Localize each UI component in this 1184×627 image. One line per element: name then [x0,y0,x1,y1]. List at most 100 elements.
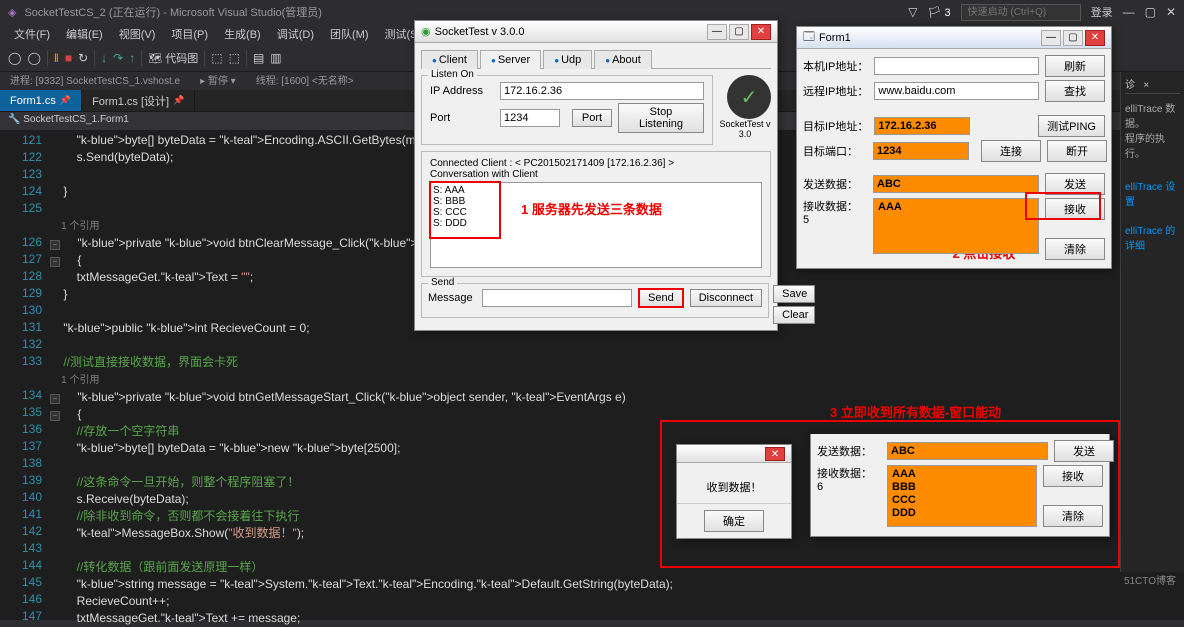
form1-window: 🗔 Form1 — ▢ ✕ 本机IP地址：刷新 远程IP地址：查找 目标IP地址… [796,26,1112,269]
tab-form1-design[interactable]: Form1.cs [设计]📌 [82,90,195,111]
sockettest-window: ◉ SocketTest v 3.0.0 — ▢ ✕ ●Client ●Serv… [414,20,778,331]
menu-debug[interactable]: 调试(D) [271,24,320,44]
connected-client-label: Connected Client : < PC201502171409 [172… [430,158,762,169]
restart-icon[interactable]: ↻ [78,51,88,65]
clear-btn[interactable]: Clear [773,306,815,324]
quick-launch-input[interactable] [961,4,1081,21]
vs-logo-icon: ◈ [8,6,16,19]
send-btn[interactable]: Send [638,288,684,308]
stop-listening-btn[interactable]: Stop Listening [618,103,704,133]
send-data-input[interactable] [873,175,1039,193]
disconnect-btn[interactable]: 断开 [1047,140,1107,162]
recv-count: 5 [803,214,809,226]
intellitrace-detail-link[interactable]: elliTrace 的详细 [1125,222,1180,252]
diag-header[interactable]: 诊 × [1125,76,1180,94]
remote-ip-input[interactable] [874,82,1039,100]
pin-icon[interactable]: 📌 [60,95,71,106]
ip-input[interactable] [500,82,704,100]
sockettest-logo-icon: ✓ [727,75,771,119]
form1-title: Form1 [819,32,1041,44]
diagnostics-panel: 诊 × elliTrace 数据。 程序的执行。 elliTrace 设置 el… [1120,72,1184,572]
clear-btn[interactable]: 清除 [1045,238,1105,260]
menu-edit[interactable]: 编辑(E) [60,24,109,44]
save-btn[interactable]: Save [773,285,815,303]
tb-x2[interactable]: ⬚ [229,51,240,65]
tab-client[interactable]: ●Client [421,50,478,69]
msgbox-titlebar[interactable]: ✕ [677,445,791,463]
tab-server[interactable]: ●Server [480,50,541,69]
send-btn[interactable]: 发送 [1054,440,1114,462]
notif-icon[interactable]: ▽ [908,5,917,19]
notif-flag-icon[interactable]: 🏳 3 [927,6,950,19]
recv-data-box[interactable]: AAA [873,198,1039,254]
tab-about[interactable]: ●About [594,50,652,69]
recv-count: 6 [817,481,823,493]
stop-icon[interactable]: ■ [65,51,72,65]
recv-data-box[interactable]: AAA BBB CCC DDD [887,465,1037,527]
ping-btn[interactable]: 测试PING [1038,115,1105,137]
port-input[interactable] [500,109,560,127]
listen-on-label: Listen On [428,69,477,80]
max-btn[interactable]: ▢ [1063,30,1083,46]
message-input[interactable] [482,289,632,307]
messagebox-window: ✕ 收到数据！ 确定 [676,444,792,539]
watermark: 51CTO博客 [1124,572,1176,587]
disconnect-btn[interactable]: Disconnect [690,289,762,307]
annotation-1: 1 服务器先发送三条数据 [521,199,662,218]
thread-label: 线程: [1600] <无名称> [256,72,354,90]
line-gutter: 121122123124125 126127128129130131132133… [0,130,50,620]
app-icon: ◉ [421,25,431,38]
ok-button[interactable]: 确定 [704,510,764,532]
conversation-box[interactable]: S: AAA S: BBB S: CCC S: DDD 1 服务器先发送三条数据 [430,182,762,268]
pause-icon[interactable]: ‖ [54,51,59,65]
close-icon[interactable]: ✕ [1166,5,1176,19]
suspend-label[interactable]: ▸ 暂停 ▾ [200,72,236,90]
target-ip-input[interactable] [874,117,970,135]
tb-y1[interactable]: ▤ [253,51,264,65]
fwd-icon[interactable]: ◯ [27,51,40,65]
max-btn[interactable]: ▢ [729,24,749,40]
sockettest-titlebar[interactable]: ◉ SocketTest v 3.0.0 — ▢ ✕ [415,21,777,43]
menu-view[interactable]: 视图(V) [113,24,162,44]
menu-build[interactable]: 生成(B) [218,24,267,44]
send-data-input[interactable] [887,442,1048,460]
target-port-input[interactable] [873,142,969,160]
step-over-icon[interactable]: ↷ [113,51,123,65]
step-into-icon[interactable]: ↓ [101,51,107,65]
login-link[interactable]: 登录 [1091,4,1113,20]
annotation-3: 3 立即收到所有数据-窗口能动 [830,402,1001,421]
refresh-btn[interactable]: 刷新 [1045,55,1105,77]
menu-project[interactable]: 项目(P) [165,24,214,44]
form1-titlebar[interactable]: 🗔 Form1 — ▢ ✕ [797,27,1111,49]
form1-snippet: 发送数据：发送 接收数据： 6 AAA BBB CCC DDD 接收 清除 [810,434,1110,537]
back-icon[interactable]: ◯ [8,51,21,65]
process-label: 进程: [9332] SocketTestCS_1.vshost.e [10,72,180,90]
close-btn[interactable]: ✕ [751,24,771,40]
tab-udp[interactable]: ●Udp [543,50,592,69]
tb-y2[interactable]: ▥ [270,51,281,65]
recv-btn[interactable]: 接收 [1043,465,1103,487]
close-btn[interactable]: ✕ [1085,30,1105,46]
min-btn[interactable]: — [1041,30,1061,46]
local-ip-input[interactable] [874,57,1039,75]
lookup-btn[interactable]: 查找 [1045,80,1105,102]
connect-btn[interactable]: 连接 [981,140,1041,162]
form-icon: 🗔 [803,28,815,47]
intellitrace-settings-link[interactable]: elliTrace 设置 [1125,178,1180,208]
menu-team[interactable]: 团队(M) [324,24,375,44]
min-btn[interactable]: — [707,24,727,40]
sockettest-title: SocketTest v 3.0.0 [435,26,707,38]
codemap-btn[interactable]: 🗺 代码图 [148,50,198,66]
tb-x1[interactable]: ⬚ [211,51,222,65]
vs-title: SocketTestCS_2 (正在运行) - Microsoft Visual… [24,4,908,20]
pin-icon[interactable]: 📌 [173,95,184,106]
menu-file[interactable]: 文件(F) [8,24,56,44]
close-btn[interactable]: ✕ [765,447,785,461]
tab-form1-cs[interactable]: Form1.cs📌 [0,90,82,111]
clear-btn[interactable]: 清除 [1043,505,1103,527]
minimize-icon[interactable]: — [1123,5,1135,19]
maximize-icon[interactable]: ▢ [1145,5,1156,19]
step-out-icon[interactable]: ↑ [129,51,135,65]
conversation-label: Conversation with Client [430,169,762,180]
port-btn[interactable]: Port [572,109,612,127]
